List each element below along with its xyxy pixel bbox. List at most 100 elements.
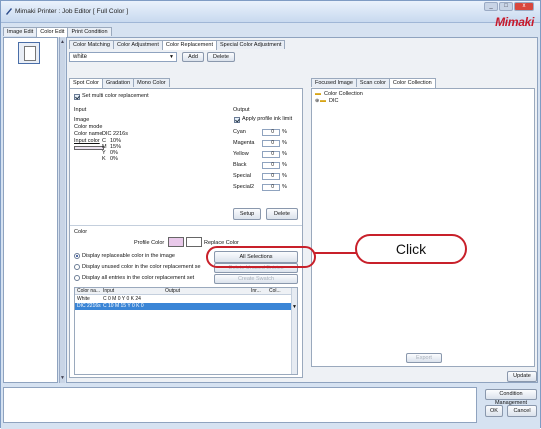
window-title: Mimaki Printer : Job Editor [ Full Color… xyxy=(15,8,129,15)
table-scrollbar[interactable]: ▼ xyxy=(291,288,297,374)
brand-logo: Mimaki xyxy=(495,15,534,29)
tab-print-condition[interactable]: Print Condition xyxy=(67,27,112,36)
tab-mono-color[interactable]: Mono Color xyxy=(133,78,170,87)
output-magenta-spinner[interactable]: 0 xyxy=(262,140,280,147)
table-header: Color na... Input Output Inr... Col... xyxy=(75,288,297,295)
tab-color-edit[interactable]: Color Edit xyxy=(36,27,69,37)
tab-image-edit[interactable]: Image Edit xyxy=(3,27,38,36)
expand-icon[interactable]: ⊕ xyxy=(315,98,319,104)
pct-label: % xyxy=(282,162,287,168)
radio-replaceable[interactable] xyxy=(74,253,80,259)
tab-spot-color[interactable]: Spot Color xyxy=(69,78,103,88)
cancel-button[interactable]: Cancel xyxy=(507,405,537,417)
callout-highlight-ring xyxy=(206,246,316,268)
output-cyan-spinner[interactable]: 0 xyxy=(262,129,280,136)
tab-focused-image[interactable]: Focused Image xyxy=(311,78,357,87)
update-button[interactable]: Update xyxy=(507,371,537,382)
output-special2-spinner[interactable]: 0 xyxy=(262,184,280,191)
tab-color-collection[interactable]: Color Collection xyxy=(388,78,436,88)
chevron-down-icon: ▼ xyxy=(169,54,174,60)
col-input[interactable]: Input xyxy=(103,288,114,295)
minimize-button[interactable]: _ xyxy=(484,2,498,11)
export-button[interactable]: Export xyxy=(406,353,442,363)
output-yellow-label: Yellow xyxy=(233,151,249,157)
callout-connector xyxy=(315,252,357,254)
apply-limit-label: Apply profile ink limit xyxy=(242,116,293,122)
output-special-spinner[interactable]: 0 xyxy=(262,173,280,180)
main-tab-bar: Color Matching Color Adjustment Color Re… xyxy=(69,40,286,50)
collapse-down-icon[interactable]: ▼ xyxy=(60,375,65,381)
apply-limit-checkbox[interactable] xyxy=(234,117,240,123)
multi-replacement-label: Set multi color replacement xyxy=(82,93,149,99)
callout-bubble: Click xyxy=(355,234,467,264)
output-cyan-label: Cyan xyxy=(233,129,246,135)
spot-color-panel: Set multi color replacement Input Image … xyxy=(69,88,303,378)
channel-k-value: 0% xyxy=(110,156,118,162)
col-ink[interactable]: Inr... xyxy=(251,288,261,295)
maximize-button[interactable]: □ xyxy=(499,2,513,11)
col-output[interactable]: Output xyxy=(165,288,180,295)
tab-color-matching[interactable]: Color Matching xyxy=(69,40,114,49)
divider xyxy=(70,225,302,226)
tree-root[interactable]: Color Collection xyxy=(324,91,363,97)
color-collection-panel: ▬ Color Collection ⊕ ▬ DIC Export xyxy=(311,88,535,367)
title-bar: Mimaki Printer : Job Editor [ Full Color… xyxy=(1,1,540,29)
add-button[interactable]: Add xyxy=(182,52,204,62)
output-special-label: Special xyxy=(233,173,252,179)
condition-management-button[interactable]: Condition Management xyxy=(485,389,537,406)
pane-splitter[interactable]: ▲ ▼ xyxy=(59,37,65,383)
output-yellow-spinner[interactable]: 0 xyxy=(262,151,280,158)
color-table: Color na... Input Output Inr... Col... W… xyxy=(74,287,298,375)
multi-replacement-checkbox[interactable] xyxy=(74,94,80,100)
table-row[interactable]: DIC 2216s C 10 M 15 Y 0 K 0 xyxy=(75,303,297,310)
select-value: white xyxy=(73,54,88,60)
close-button[interactable]: x xyxy=(514,2,534,11)
chevron-down-icon: ▼ xyxy=(292,304,297,310)
message-area xyxy=(3,387,477,423)
pct-label: % xyxy=(282,129,287,135)
folder-icon: ▬ xyxy=(315,91,321,97)
color-edit-pane: Color Matching Color Adjustment Color Re… xyxy=(66,37,538,383)
pct-label: % xyxy=(282,173,287,179)
tab-color-adjustment[interactable]: Color Adjustment xyxy=(113,40,163,49)
row-input: C 0 M 0 Y 0 K 24 xyxy=(103,296,141,302)
input-header: Input xyxy=(74,107,87,113)
delete-set-button[interactable]: Delete xyxy=(207,52,235,62)
ok-button[interactable]: OK xyxy=(485,405,503,417)
tab-special-color-adjustment[interactable]: Special Color Adjustment xyxy=(215,40,286,49)
col-color[interactable]: Col... xyxy=(269,288,281,295)
row-name: DIC 2216s xyxy=(77,303,101,309)
page-icon xyxy=(24,46,36,61)
output-magenta-label: Magenta xyxy=(233,140,255,146)
profile-color-label: Profile Color xyxy=(134,240,165,246)
create-swatch-button[interactable]: Create Swatch xyxy=(214,274,298,284)
collapse-up-icon[interactable]: ▲ xyxy=(60,39,65,45)
pct-label: % xyxy=(282,140,287,146)
page-thumbnail[interactable] xyxy=(18,42,40,64)
setup-button[interactable]: Setup xyxy=(233,208,261,220)
row-input: C 10 M 15 Y 0 K 0 xyxy=(103,303,144,309)
row-name: White xyxy=(77,296,90,302)
output-special2-label: Special2 xyxy=(233,184,255,190)
thumbnail-pane xyxy=(3,37,58,383)
pct-label: % xyxy=(282,184,287,190)
table-row[interactable]: White C 0 M 0 Y 0 K 24 xyxy=(75,296,297,303)
tree-child-dic[interactable]: DIC xyxy=(329,98,338,104)
tab-scan-color[interactable]: Scan color xyxy=(355,78,390,87)
replace-color-swatch xyxy=(186,237,202,247)
tab-color-replacement[interactable]: Color Replacement xyxy=(161,40,217,50)
radio-unused[interactable] xyxy=(74,264,80,270)
col-color-name[interactable]: Color na... xyxy=(77,288,100,295)
app-window: Mimaki Printer : Job Editor [ Full Color… xyxy=(0,0,541,429)
color-header: Color xyxy=(74,229,88,235)
color-mode-label: Color mode xyxy=(74,124,103,130)
delete-entry-button[interactable]: Delete xyxy=(266,208,298,220)
radio-unused-label: Display unused color in the color replac… xyxy=(82,264,201,270)
tab-gradation[interactable]: Gradation xyxy=(102,78,135,87)
output-black-spinner[interactable]: 0 xyxy=(262,162,280,169)
bottom-bar: Condition Management OK Cancel xyxy=(1,385,540,429)
replacement-set-select[interactable]: white ▼ xyxy=(69,52,177,62)
radio-all-entries-label: Display all entries in the color replace… xyxy=(82,275,195,281)
radio-all-entries[interactable] xyxy=(74,275,80,281)
input-color-swatch xyxy=(74,146,104,150)
